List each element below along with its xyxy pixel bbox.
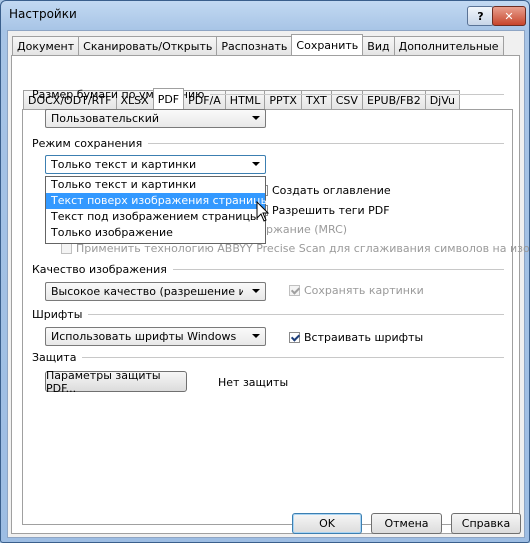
- fonts-label: Шрифты: [32, 308, 83, 321]
- toc-checkbox[interactable]: Создать оглавление: [257, 184, 391, 197]
- help-button[interactable]: Справка: [451, 513, 521, 534]
- save-mode-dropdown-list: Только текст и картинки Текст поверх изо…: [45, 176, 269, 244]
- close-icon: ✕: [504, 9, 514, 23]
- paper-size-select[interactable]: Пользовательский: [45, 109, 266, 128]
- mrc-option-text: ржание (MRC): [266, 223, 348, 236]
- help-title-button[interactable]: ?: [467, 6, 494, 26]
- mouse-pointer-icon: [256, 201, 270, 222]
- window-title: Настройки: [9, 7, 77, 21]
- tab-advanced[interactable]: Дополнительные: [393, 36, 504, 55]
- save-mode-option[interactable]: Текст поверх изображения страницы: [46, 193, 269, 209]
- tab-recognize[interactable]: Распознать: [216, 36, 293, 55]
- protection-status: Нет защиты: [218, 376, 289, 389]
- image-quality-select[interactable]: Высокое качество (разрешение исходно: [45, 282, 266, 301]
- tab-document[interactable]: Документ: [12, 36, 80, 55]
- save-mode-section: Режим сохранения: [32, 137, 504, 150]
- close-button[interactable]: ✕: [492, 6, 526, 26]
- protection-section: Защита: [32, 351, 504, 364]
- chevron-down-icon: [252, 162, 260, 166]
- tags-checkbox[interactable]: Разрешить теги PDF: [257, 204, 390, 217]
- chevron-down-icon: [252, 116, 260, 120]
- chevron-down-icon: [252, 289, 260, 293]
- fonts-select[interactable]: Использовать шрифты Windows: [45, 327, 266, 346]
- tab-save[interactable]: Сохранить: [291, 34, 364, 55]
- tab-view[interactable]: Вид: [362, 36, 395, 55]
- pdf-protection-button[interactable]: Параметры защиты PDF...: [45, 369, 187, 395]
- embed-fonts-checkbox-box[interactable]: [289, 332, 300, 343]
- save-mode-label: Режим сохранения: [32, 137, 143, 150]
- save-mode-option[interactable]: Только текст и картинки: [46, 177, 265, 193]
- image-quality-label: Качество изображения: [32, 263, 167, 276]
- precise-scan-checkbox-box[interactable]: [61, 243, 72, 254]
- save-mode-select[interactable]: Только текст и картинки: [45, 155, 266, 174]
- save-mode-option[interactable]: Текст под изображением страницы: [46, 209, 265, 225]
- main-tabs: Документ Сканировать/Открыть Распознать …: [12, 34, 504, 55]
- cancel-button[interactable]: Отмена: [371, 513, 442, 534]
- help-icon: ?: [477, 9, 484, 23]
- tab-pdf[interactable]: PDF: [152, 88, 185, 109]
- embed-fonts-checkbox[interactable]: Встраивать шрифты: [289, 331, 423, 344]
- chevron-down-icon: [252, 334, 260, 338]
- save-mode-option[interactable]: Только изображение: [46, 225, 265, 241]
- protection-label: Защита: [32, 351, 77, 364]
- paper-size-section: Размер бумаги по умолчанию: [32, 88, 504, 101]
- fonts-section: Шрифты: [32, 308, 504, 321]
- tab-scan-open[interactable]: Сканировать/Открыть: [78, 36, 218, 55]
- keep-images-checkbox-box[interactable]: [289, 285, 300, 296]
- ok-button[interactable]: OK: [292, 513, 362, 534]
- image-quality-section: Качество изображения: [32, 263, 504, 276]
- settings-window: Настройки ? ✕ Документ Сканировать/Откры…: [0, 0, 530, 543]
- keep-images-checkbox[interactable]: Сохранять картинки: [289, 284, 424, 297]
- title-bar: Настройки ? ✕: [1, 1, 529, 29]
